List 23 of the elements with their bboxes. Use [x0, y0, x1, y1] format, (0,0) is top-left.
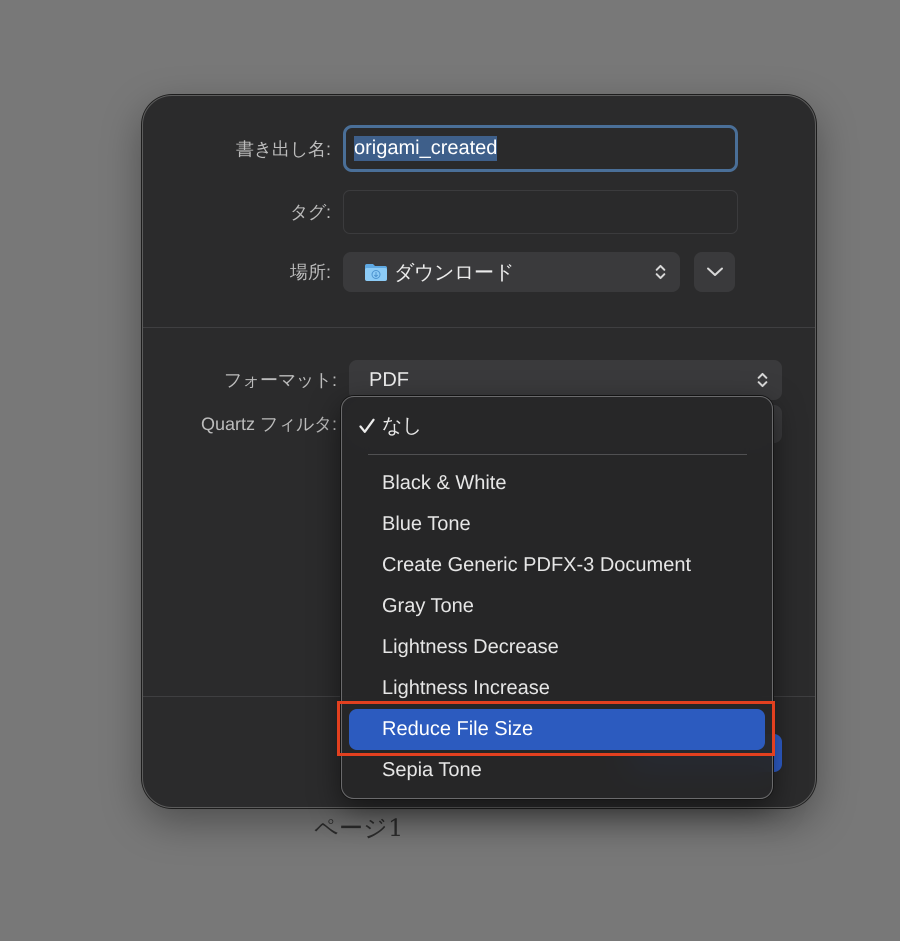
menu-item[interactable]: なし — [349, 405, 765, 446]
format-label: フォーマット: — [222, 369, 337, 392]
expand-button[interactable] — [694, 252, 735, 292]
page-label: ページ1 — [314, 813, 404, 844]
filter-label: Quartz フィルタ: — [200, 413, 337, 436]
menu-item[interactable]: Lightness Decrease — [349, 627, 765, 668]
menu-item[interactable]: Blue Tone — [349, 504, 765, 545]
field-label: 書き出し名: — [234, 138, 331, 160]
field-label: タグ: — [288, 201, 331, 224]
menu-item[interactable]: Gray Tone — [349, 586, 765, 627]
field-label: 場所: — [288, 261, 331, 284]
menu-item[interactable]: Black & White — [349, 463, 765, 504]
menu-item[interactable]: Reduce File Size — [349, 709, 765, 750]
filename-field[interactable]: origami_created — [343, 125, 738, 172]
up-down-chevron-icon — [757, 371, 768, 389]
folder-icon — [364, 262, 388, 282]
up-down-chevron-icon — [655, 263, 666, 281]
chevron-icon — [706, 267, 724, 277]
checkmark-icon — [359, 418, 375, 434]
location-popup[interactable]: ダウンロード — [343, 252, 680, 292]
menu-item[interactable]: Create Generic PDFX-3 Document — [349, 545, 765, 586]
menu-item[interactable]: Lightness Increase — [349, 668, 765, 709]
menu-item[interactable]: Sepia Tone — [349, 750, 765, 791]
